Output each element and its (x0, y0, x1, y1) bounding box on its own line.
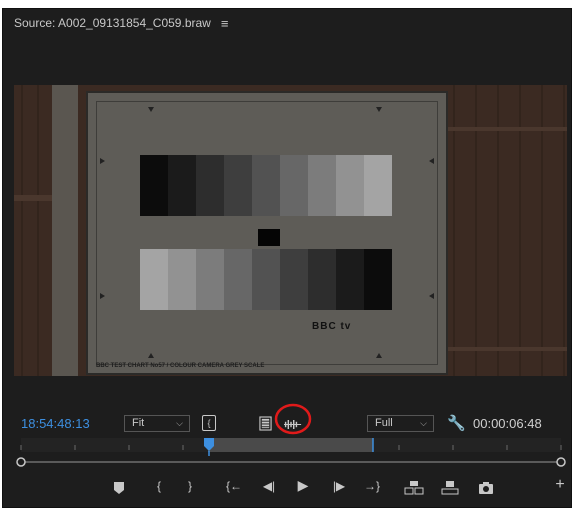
step-forward-icon[interactable]: |▶ (328, 479, 350, 493)
playhead-timecode[interactable]: 18:54:48:13 (21, 416, 90, 431)
panel-title[interactable]: Source: A002_09131854_C059.braw (14, 16, 211, 30)
hamburger-menu-icon[interactable]: ≡ (221, 16, 229, 31)
video-preview: BBC tv BBC TEST CHART No57 / COLOUR CAME… (14, 85, 567, 376)
transport-controls: { } {← ◀| ▶ |▶ →} + (3, 475, 571, 501)
chevron-down-icon: ⌵ (176, 418, 183, 428)
grey-scale-test-chart: BBC tv BBC TEST CHART No57 / COLOUR CAME… (86, 91, 448, 375)
time-ruler[interactable] (3, 436, 573, 472)
go-to-out-icon[interactable]: →} (361, 479, 383, 493)
add-marker-icon[interactable] (113, 481, 125, 495)
export-frame-camera-icon[interactable] (478, 482, 494, 494)
overwrite-icon[interactable] (441, 481, 459, 495)
bbc-tv-logo: BBC tv (312, 321, 352, 332)
zoom-level-select[interactable]: Fit ⌵ (124, 415, 190, 432)
concrete-post (52, 85, 78, 376)
step-back-icon[interactable]: ◀| (258, 479, 280, 493)
panel-header: Source: A002_09131854_C059.braw ≡ (3, 9, 571, 37)
source-monitor-panel: Source: A002_09131854_C059.braw ≡ BBC tv… (2, 8, 572, 508)
insert-edit-icon[interactable]: { (202, 415, 216, 431)
chevron-down-icon: ⌵ (420, 418, 427, 428)
zoom-level-value: Fit (132, 417, 145, 429)
highlight-annotation-circle (274, 403, 312, 435)
insert-icon[interactable] (404, 481, 424, 495)
black-reference-patch (258, 229, 280, 246)
add-button-icon[interactable]: + (549, 476, 571, 494)
chart-caption: BBC TEST CHART No57 / COLOUR CAMERA GREY… (96, 363, 265, 369)
source-timeline (3, 436, 571, 472)
drag-video-only-icon[interactable] (259, 416, 272, 431)
playback-resolution-select[interactable]: Full ⌵ (367, 415, 434, 432)
grey-strip-bottom (140, 249, 392, 310)
monitor-controls-bar: 18:54:48:13 Fit ⌵ { Full ⌵ 🔧 00:00:06:48 (3, 403, 571, 436)
wrench-icon[interactable]: 🔧 (447, 414, 466, 432)
play-icon[interactable]: ▶ (292, 477, 314, 494)
grey-strip-top (140, 155, 392, 216)
mark-in-icon[interactable]: { (148, 479, 170, 493)
resolution-value: Full (375, 417, 393, 429)
duration-timecode: 00:00:06:48 (473, 416, 542, 431)
go-to-in-icon[interactable]: {← (223, 479, 245, 493)
mark-out-icon[interactable]: } (179, 479, 201, 493)
